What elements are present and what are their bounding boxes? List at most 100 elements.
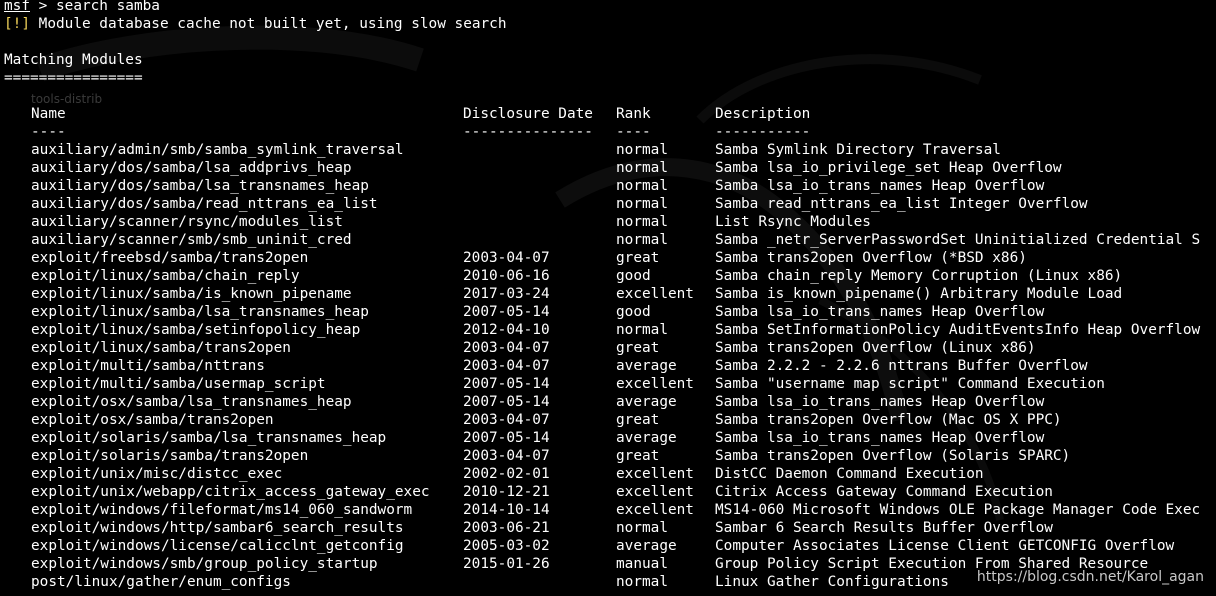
module-rank: average (616, 358, 677, 374)
module-rank: excellent (616, 286, 694, 302)
disclosure-date: 2017-03-24 (463, 286, 550, 302)
command-line: msf > search samba (4, 0, 160, 15)
module-rank: great (616, 448, 660, 464)
module-name: exploit/windows/smb/group_policy_startup (31, 556, 378, 572)
warning-text: Module database cache not built yet, usi… (30, 16, 507, 32)
separator-name: ---- (31, 124, 66, 140)
module-description: Samba trans2open Overflow (Linux x86) (715, 340, 1036, 356)
module-rank: excellent (616, 502, 694, 518)
disclosure-date: 2012-04-10 (463, 322, 550, 338)
module-rank: normal (616, 322, 668, 338)
module-name: exploit/osx/samba/trans2open (31, 412, 274, 428)
module-name: exploit/unix/webapp/citrix_access_gatewa… (31, 484, 430, 500)
disclosure-date: 2014-10-14 (463, 502, 550, 518)
module-rank: normal (616, 574, 668, 590)
disclosure-date: 2003-04-07 (463, 358, 550, 374)
module-name: auxiliary/dos/samba/lsa_addprivs_heap (31, 160, 352, 176)
module-name: post/linux/gather/enum_configs (31, 574, 291, 590)
module-description: Citrix Access Gateway Command Execution (715, 484, 1053, 500)
module-name: exploit/linux/samba/lsa_transnames_heap (31, 304, 369, 320)
module-name: exploit/windows/fileformat/ms14_060_sand… (31, 502, 413, 518)
module-description: Computer Associates License Client GETCO… (715, 538, 1175, 554)
header-description: Description (715, 106, 811, 122)
module-name: exploit/multi/samba/nttrans (31, 358, 265, 374)
disclosure-date: 2007-05-14 (463, 376, 550, 392)
disclosure-date: 2010-12-21 (463, 484, 550, 500)
disclosure-date: 2005-03-02 (463, 538, 550, 554)
module-description: List Rsync Modules (715, 214, 871, 230)
terminal-window[interactable]: msf > search samba [!] Module database c… (0, 0, 1216, 596)
module-name: exploit/unix/misc/distcc_exec (31, 466, 283, 482)
disclosure-date: 2015-01-26 (463, 556, 550, 572)
module-rank: normal (616, 520, 668, 536)
module-rank: excellent (616, 484, 694, 500)
module-name: exploit/freebsd/samba/trans2open (31, 250, 309, 266)
disclosure-date: 2007-05-14 (463, 430, 550, 446)
module-rank: excellent (616, 376, 694, 392)
table-header: Name Disclosure Date Rank Description (0, 105, 810, 123)
module-name: auxiliary/admin/smb/samba_symlink_traver… (31, 142, 404, 158)
watermark: https://blog.csdn.net/Karol_agan (974, 569, 1206, 585)
ghost-desktop-label: tools-distrib (31, 92, 103, 106)
module-description: Samba lsa_io_trans_names Heap Overflow (715, 430, 1045, 446)
module-description: Samba trans2open Overflow (Mac OS X PPC) (715, 412, 1062, 428)
module-description: Samba Symlink Directory Traversal (715, 142, 1001, 158)
module-rank: great (616, 340, 660, 356)
module-name: auxiliary/dos/samba/read_nttrans_ea_list (31, 196, 378, 212)
section-title: Matching Modules (4, 52, 143, 68)
module-description: Samba lsa_io_trans_names Heap Overflow (715, 178, 1045, 194)
module-description: Samba 2.2.2 - 2.2.6 nttrans Buffer Overf… (715, 358, 1088, 374)
module-description: Sambar 6 Search Results Buffer Overflow (715, 520, 1053, 536)
section-rule: ================ (4, 70, 143, 86)
disclosure-date: 2003-04-07 (463, 448, 550, 464)
module-description: Samba chain_reply Memory Corruption (Lin… (715, 268, 1123, 284)
module-rank: great (616, 412, 660, 428)
module-rank: excellent (616, 466, 694, 482)
module-description: Samba trans2open Overflow (*BSD x86) (715, 250, 1027, 266)
module-rank: average (616, 430, 677, 446)
module-rank: good (616, 304, 651, 320)
module-description: Samba "username map script" Command Exec… (715, 376, 1105, 392)
module-description: Samba lsa_io_privilege_set Heap Overflow (715, 160, 1062, 176)
module-description: Samba SetInformationPolicy AuditEventsIn… (715, 322, 1201, 338)
module-description: MS14-060 Microsoft Windows OLE Package M… (715, 502, 1201, 518)
module-name: exploit/osx/samba/lsa_transnames_heap (31, 394, 352, 410)
module-description: Samba trans2open Overflow (Solaris SPARC… (715, 448, 1071, 464)
module-description: DistCC Daemon Command Execution (715, 466, 984, 482)
module-name: exploit/solaris/samba/lsa_transnames_hea… (31, 430, 387, 446)
module-name: exploit/windows/http/sambar6_search_resu… (31, 520, 404, 536)
disclosure-date: 2010-06-16 (463, 268, 550, 284)
disclosure-date: 2003-04-07 (463, 340, 550, 356)
module-rank: normal (616, 214, 668, 230)
module-rank: normal (616, 160, 668, 176)
command-text: > search samba (30, 0, 160, 14)
disclosure-date: 2007-05-14 (463, 394, 550, 410)
table-separator: ---- --------------- ---- ----------- (0, 123, 810, 141)
module-rank: normal (616, 196, 668, 212)
module-name: exploit/solaris/samba/trans2open (31, 448, 309, 464)
disclosure-date: 2003-06-21 (463, 520, 550, 536)
module-description: Linux Gather Configurations (715, 574, 949, 590)
module-name: auxiliary/dos/samba/lsa_transnames_heap (31, 178, 369, 194)
disclosure-date: 2002-02-01 (463, 466, 550, 482)
module-name: exploit/linux/samba/setinfopolicy_heap (31, 322, 361, 338)
module-name: exploit/multi/samba/usermap_script (31, 376, 326, 392)
module-description: Samba _netr_ServerPasswordSet Uninitiali… (715, 232, 1201, 248)
separator-description: ----------- (715, 124, 811, 140)
separator-date: --------------- (463, 124, 593, 140)
disclosure-date: 2003-04-07 (463, 250, 550, 266)
module-rank: normal (616, 142, 668, 158)
module-description: Samba read_nttrans_ea_list Integer Overf… (715, 196, 1088, 212)
module-name: exploit/linux/samba/is_known_pipename (31, 286, 352, 302)
module-description: Samba is_known_pipename() Arbitrary Modu… (715, 286, 1123, 302)
msf-prompt: msf (4, 0, 30, 14)
module-rank: average (616, 394, 677, 410)
disclosure-date: 2003-04-07 (463, 412, 550, 428)
module-name: auxiliary/scanner/smb/smb_uninit_cred (31, 232, 352, 248)
module-name: exploit/linux/samba/trans2open (31, 340, 291, 356)
header-name: Name (31, 106, 66, 122)
module-rank: good (616, 268, 651, 284)
module-rank: normal (616, 178, 668, 194)
header-date: Disclosure Date (463, 106, 593, 122)
separator-rank: ---- (616, 124, 651, 140)
